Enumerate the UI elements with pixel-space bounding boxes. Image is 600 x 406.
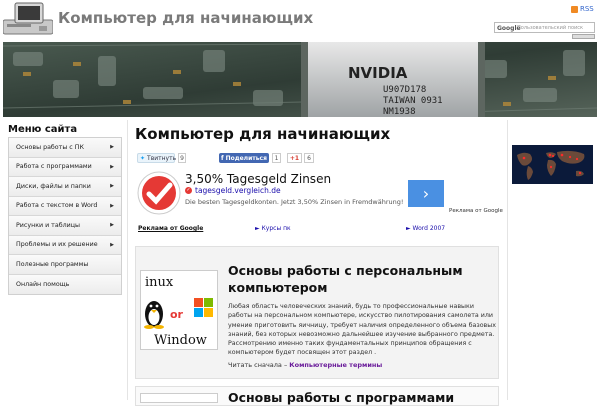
rss-icon (571, 5, 578, 13)
sidebar-item-images-tables[interactable]: Рисунки и таблицы ▶ (9, 216, 121, 236)
article-2-thumbnail[interactable] (140, 393, 218, 403)
ad-description: Die besten Tagesgeldkonten. Jetzt 3,50% … (185, 198, 404, 206)
gplus-button[interactable]: +1 (287, 153, 302, 163)
ad-url-text: tagesgeld.vergleich.de (195, 186, 281, 195)
sidebar-item-label: Рисунки и таблицы (16, 221, 80, 229)
caret-right-icon: ▶ (110, 144, 114, 151)
circuit-board-image: NVIDIA U907D178 TAIWAN 0931 NM1938 (3, 42, 597, 117)
verified-icon: ✓ (185, 187, 192, 194)
sidebar-item-label: Работа с текстом в Word (16, 202, 98, 210)
ad-arrow-button[interactable]: › (408, 180, 444, 207)
sidebar-menu: Основы работы с ПК ▶ Работа с программами… (8, 137, 122, 295)
chip-line1: U907D178 (383, 85, 426, 95)
ad-checkmark-logo (137, 171, 181, 215)
read-first-link[interactable]: Компьютерные термины (289, 361, 382, 369)
twitter-icon: ✦ (140, 154, 146, 162)
chip-line2: TAIWAN 0931 (383, 96, 443, 106)
image-word-or: or (170, 308, 184, 321)
image-word-linux: inux (145, 275, 174, 290)
ad-url[interactable]: ✓ tagesgeld.vergleich.de (185, 186, 281, 195)
sidebar-item-online-help[interactable]: Онлайн помощь (9, 274, 121, 294)
chip-line3: NM1938 (383, 107, 416, 117)
ad-link-word[interactable]: ► Word 2007 (406, 225, 445, 232)
computer-icon (2, 2, 54, 35)
read-first-label: Читать сначала – (228, 361, 288, 369)
linux-or-windows-image: inux or Window (140, 270, 218, 350)
tweet-label: Твитнуть (147, 154, 177, 162)
read-first-row: Читать сначала – Компьютерные термины (228, 361, 382, 369)
ad-choices-label[interactable]: Реклама от Google (449, 208, 503, 214)
sidebar-item-problems[interactable]: Проблемы и их решение ▶ (9, 235, 121, 255)
rss-label: RSS (580, 5, 594, 13)
facebook-icon: f (221, 154, 224, 162)
sidebar-item-label: Онлайн помощь (16, 280, 70, 288)
caret-right-icon: ▶ (110, 163, 114, 170)
facebook-count: 1 (272, 153, 281, 163)
world-map-image (512, 145, 593, 184)
sidebar-item-label: Работа с программами (16, 163, 92, 171)
facebook-share-label: Поделиться (225, 154, 267, 162)
visitor-map-widget[interactable] (512, 145, 593, 184)
ad-link-courses[interactable]: ► Курсы пк (255, 225, 291, 232)
sidebar-title: Меню сайта (8, 124, 78, 135)
tweet-count: 9 (178, 153, 186, 163)
article-excerpt: Любая область человеческих знаний, будь … (228, 303, 496, 357)
caret-right-icon: ▶ (110, 183, 114, 190)
sidebar-item-label: Диски, файлы и папки (16, 182, 91, 190)
sidebar-item-useful-programs[interactable]: Полезные программы (9, 255, 121, 275)
tweet-button[interactable]: ✦ Твитнуть (137, 153, 177, 163)
article-title[interactable]: Основы работы с персональным компьютером (228, 262, 490, 296)
header-banner: NVIDIA U907D178 TAIWAN 0931 NM1938 (3, 42, 597, 117)
rss-link[interactable]: RSS (571, 5, 594, 13)
sidebar-item-label: Основы работы с ПК (16, 143, 84, 151)
sidebar-item-word[interactable]: Работа с текстом в Word ▶ (9, 196, 121, 216)
image-word-windows: Window (154, 333, 207, 348)
sidebar-item-programs[interactable]: Работа с программами ▶ (9, 157, 121, 177)
ad-title[interactable]: 3,50% Tagesgeld Zinsen (185, 172, 331, 186)
chip-brand: NVIDIA (348, 64, 408, 82)
caret-right-icon: ▶ (110, 241, 114, 248)
site-logo[interactable] (2, 2, 54, 36)
search-placeholder: Пользовательский поиск (517, 25, 584, 31)
search-button[interactable] (572, 34, 595, 39)
sidebar-item-disks-files[interactable]: Диски, файлы и папки ▶ (9, 177, 121, 197)
search-input[interactable]: Google Пользовательский поиск (494, 22, 595, 33)
gplus-count: 6 (304, 153, 314, 163)
article-2-title[interactable]: Основы работы с программами (228, 390, 454, 405)
facebook-share-button[interactable]: f Поделиться (219, 153, 269, 163)
sidebar-item-label: Полезные программы (16, 260, 89, 268)
ads-by-google-link[interactable]: Реклама от Google (138, 225, 203, 232)
content-divider-left (127, 120, 128, 400)
caret-right-icon: ▶ (110, 202, 114, 209)
article-thumbnail[interactable]: inux or Window (140, 270, 218, 350)
sidebar-item-pc-basics[interactable]: Основы работы с ПК ▶ (9, 138, 121, 158)
content-divider-right (507, 120, 508, 400)
google-logo: Google (497, 25, 521, 32)
caret-right-icon: ▶ (110, 222, 114, 229)
sidebar-item-label: Проблемы и их решение (16, 241, 98, 249)
site-title[interactable]: Компьютер для начинающих (58, 9, 313, 27)
page-title: Компьютер для начинающих (135, 125, 391, 143)
